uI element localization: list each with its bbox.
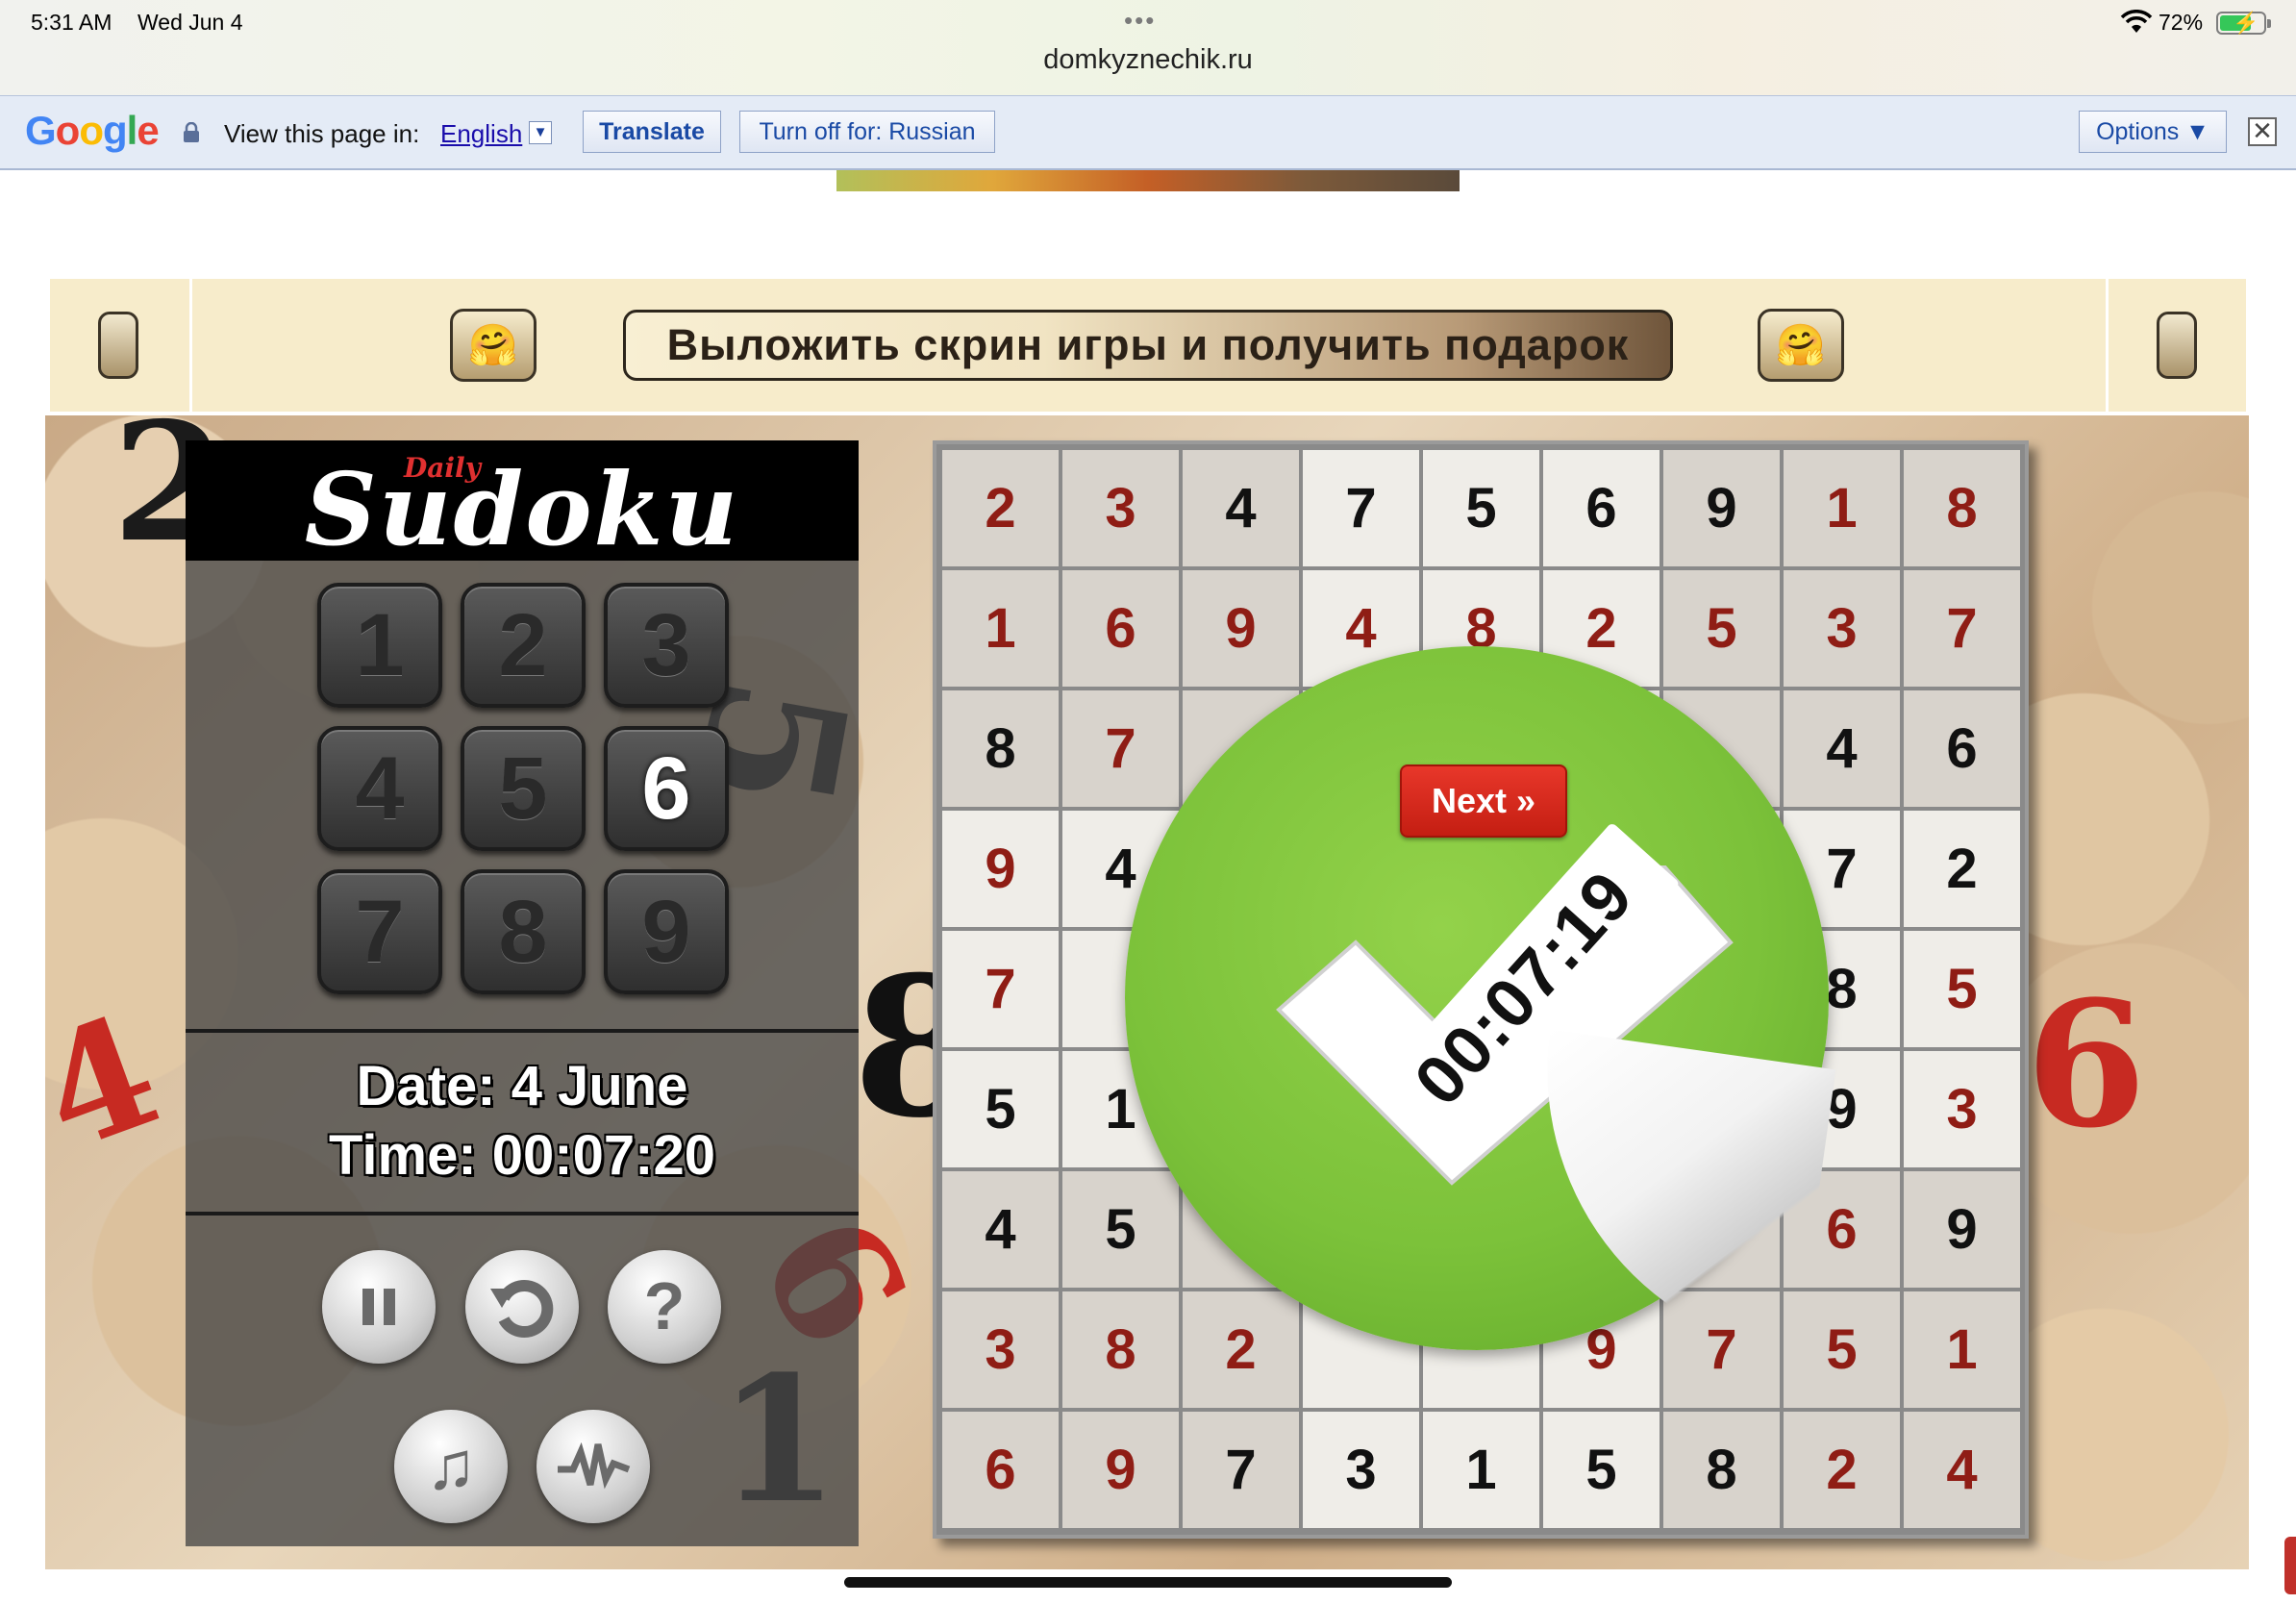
sudoku-cell[interactable]: 4 <box>942 1171 1059 1288</box>
sudoku-cell[interactable]: 9 <box>942 811 1059 927</box>
sudoku-cell[interactable]: 7 <box>1303 450 1419 566</box>
numpad-button-6[interactable]: 6 <box>603 725 729 851</box>
hugging-face-icon[interactable]: 🤗 <box>450 309 537 382</box>
waveform-icon <box>558 1441 631 1490</box>
numpad-button-2[interactable]: 2 <box>460 583 586 708</box>
language-dropdown-icon[interactable]: ▼ <box>529 121 552 144</box>
sudoku-cell[interactable]: 5 <box>1904 931 2020 1047</box>
sudoku-cell[interactable]: 1 <box>1904 1291 2020 1408</box>
sudoku-cell[interactable]: 3 <box>1784 570 1900 687</box>
sudoku-cell[interactable]: 7 <box>1062 690 1179 807</box>
sudoku-cell[interactable]: 1 <box>942 570 1059 687</box>
panel-divider <box>186 1029 859 1033</box>
sudoku-cell[interactable]: 9 <box>1663 450 1780 566</box>
sudoku-cell[interactable]: 7 <box>942 931 1059 1047</box>
sudoku-cell[interactable]: 2 <box>1904 811 2020 927</box>
google-translate-bar: Google View this page in: English ▼ Tran… <box>0 95 2296 170</box>
sudoku-logo-daily: Daily <box>404 452 481 484</box>
translate-button[interactable]: Translate <box>583 111 721 153</box>
browser-top-bar: 5:31 AM Wed Jun 4 ••• 72% ⚡ domkyznechik… <box>0 0 2296 95</box>
date-label: Date: 4 June <box>356 1055 688 1117</box>
sudoku-cell[interactable]: 5 <box>1423 450 1539 566</box>
background-decoration: 4 <box>45 979 181 1187</box>
sudoku-cell[interactable]: 5 <box>1663 570 1780 687</box>
sudoku-cell[interactable]: 9 <box>1904 1171 2020 1288</box>
sudoku-cell[interactable]: 6 <box>1543 450 1660 566</box>
numpad-button-9[interactable]: 9 <box>603 868 729 994</box>
sudoku-cell[interactable]: 3 <box>1904 1051 2020 1167</box>
sudoku-cell[interactable]: 5 <box>1543 1412 1660 1528</box>
sudoku-cell[interactable]: 2 <box>942 450 1059 566</box>
banner-left-ornament <box>98 312 138 379</box>
status-time: 5:31 AM <box>31 10 112 35</box>
options-button[interactable]: Options ▼ <box>2079 111 2227 153</box>
address-bar-url[interactable]: domkyznechik.ru <box>0 44 2296 76</box>
sound-button[interactable] <box>537 1410 650 1523</box>
sudoku-cell[interactable]: 8 <box>1062 1291 1179 1408</box>
share-screenshot-button[interactable]: Выложить скрин игры и получить подарок <box>623 310 1673 381</box>
sudoku-cell[interactable]: 4 <box>1904 1412 2020 1528</box>
edge-widget[interactable] <box>2284 1537 2296 1594</box>
sudoku-cell[interactable]: 8 <box>1663 1412 1780 1528</box>
sudoku-cell[interactable]: 3 <box>1062 450 1179 566</box>
close-translate-bar-icon[interactable]: ✕ <box>2248 117 2277 146</box>
pause-button[interactable] <box>322 1250 436 1364</box>
banner-divider <box>189 279 192 412</box>
pause-icon <box>362 1289 395 1325</box>
banner-right-ornament <box>2157 312 2197 379</box>
sudoku-cell[interactable]: 6 <box>942 1412 1059 1528</box>
sudoku-cell[interactable]: 5 <box>1062 1171 1179 1288</box>
sudoku-logo-title: Sudoku <box>304 450 740 568</box>
sudoku-cell[interactable]: 7 <box>1183 1412 1299 1528</box>
sudoku-cell[interactable]: 9 <box>1183 570 1299 687</box>
hugging-face-icon[interactable]: 🤗 <box>1758 309 1844 382</box>
numpad-button-1[interactable]: 1 <box>317 583 442 708</box>
lock-icon <box>184 122 199 142</box>
panel-divider <box>186 1212 859 1216</box>
battery-percent: 72% <box>2159 10 2204 35</box>
sudoku-cell[interactable]: 1 <box>1423 1412 1539 1528</box>
numpad-button-3[interactable]: 3 <box>603 583 729 708</box>
numpad-button-4[interactable]: 4 <box>317 725 442 851</box>
sudoku-cell[interactable]: 6 <box>1904 690 2020 807</box>
ad-image-strip[interactable] <box>836 170 1460 191</box>
sudoku-cell[interactable]: 2 <box>1784 1412 1900 1528</box>
language-select[interactable]: English <box>440 119 522 149</box>
sudoku-cell[interactable]: 3 <box>1303 1412 1419 1528</box>
sudoku-cell[interactable]: 5 <box>942 1051 1059 1167</box>
sudoku-cell[interactable]: 8 <box>1904 450 2020 566</box>
sudoku-cell[interactable]: 4 <box>1183 450 1299 566</box>
numpad-button-8[interactable]: 8 <box>460 868 586 994</box>
background-decoration: 6 <box>2026 964 2147 1166</box>
sudoku-cell[interactable]: 7 <box>1904 570 2020 687</box>
sudoku-cell[interactable]: 1 <box>1784 450 1900 566</box>
battery-icon: ⚡ <box>2216 11 2271 35</box>
sudoku-cell[interactable]: 4 <box>1784 690 1900 807</box>
google-logo: Google <box>25 108 160 153</box>
banner-divider <box>2106 279 2109 412</box>
sudoku-cell[interactable]: 9 <box>1062 1412 1179 1528</box>
numpad-button-7[interactable]: 7 <box>317 868 442 994</box>
sudoku-cell[interactable]: 8 <box>942 690 1059 807</box>
next-puzzle-button[interactable]: Next » <box>1400 764 1567 838</box>
help-button[interactable]: ? <box>608 1250 721 1364</box>
multitasking-dots-icon[interactable]: ••• <box>1124 6 1156 36</box>
sudoku-cell[interactable]: 6 <box>1062 570 1179 687</box>
view-page-label: View this page in: <box>224 119 420 148</box>
sudoku-cell[interactable]: 2 <box>1183 1291 1299 1408</box>
sudoku-cell[interactable]: 3 <box>942 1291 1059 1408</box>
status-date: Wed Jun 4 <box>137 10 243 35</box>
wifi-icon <box>2120 10 2153 33</box>
restart-icon <box>490 1280 554 1338</box>
home-indicator[interactable] <box>844 1577 1452 1588</box>
turn-off-translate-button[interactable]: Turn off for: Russian <box>739 111 995 153</box>
numpad-button-5[interactable]: 5 <box>460 725 586 851</box>
restart-button[interactable] <box>465 1250 579 1364</box>
music-button[interactable]: ♫ <box>394 1410 508 1523</box>
screen: 5:31 AM Wed Jun 4 ••• 72% ⚡ domkyznechik… <box>0 0 2296 1604</box>
elapsed-time-label: Time: 00:07:20 <box>329 1124 715 1187</box>
